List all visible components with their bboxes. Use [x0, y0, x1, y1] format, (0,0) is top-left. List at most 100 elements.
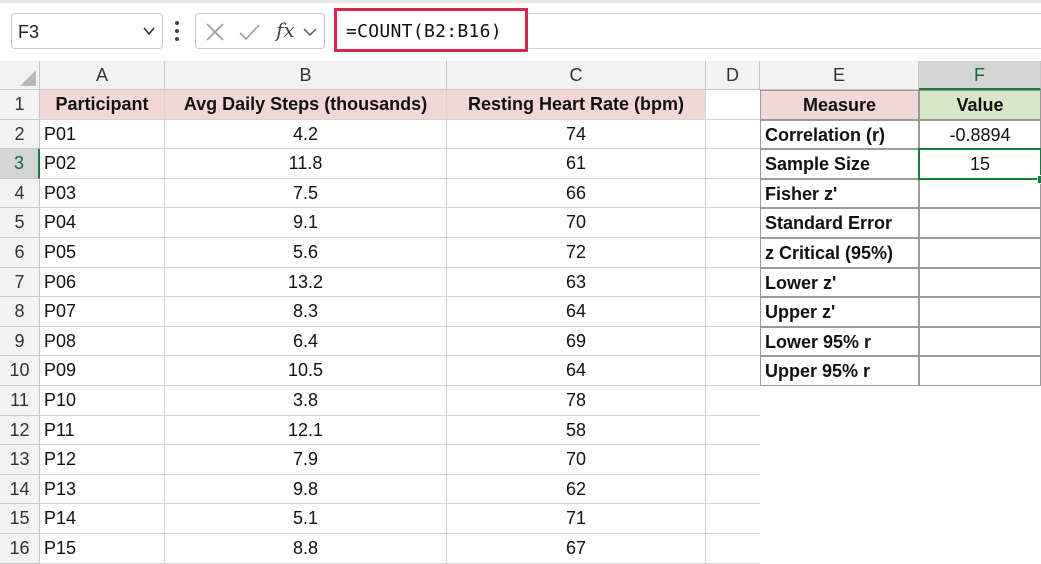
table-cell[interactable]: 64 [447, 297, 706, 327]
column-header-e[interactable]: E [760, 61, 919, 90]
stats-measure-cell[interactable]: Upper z' [760, 297, 919, 327]
stats-value-cell[interactable] [919, 178, 1041, 209]
table-cell[interactable]: 58 [447, 415, 706, 446]
row-header-15[interactable]: 15 [0, 504, 40, 534]
row-header-5[interactable]: 5 [0, 208, 40, 238]
stats-header-measure[interactable]: Measure [760, 90, 919, 120]
table-header-cell[interactable]: Resting Heart Rate (bpm) [447, 90, 706, 120]
row-header-1[interactable]: 1 [0, 90, 40, 120]
empty-cell[interactable] [706, 268, 760, 298]
table-cell[interactable]: 74 [447, 119, 706, 150]
column-header-a[interactable]: A [40, 61, 165, 90]
column-header-c[interactable]: C [447, 61, 706, 90]
table-cell[interactable]: P04 [40, 208, 165, 238]
table-cell[interactable]: P06 [40, 267, 165, 298]
table-header-cell[interactable]: Avg Daily Steps (thousands) [165, 90, 447, 120]
row-header-7[interactable]: 7 [0, 267, 40, 298]
table-cell[interactable]: 7.9 [165, 445, 447, 475]
table-header-cell[interactable]: Participant [40, 90, 165, 120]
table-cell[interactable]: 6.4 [165, 326, 447, 357]
formula-input[interactable]: =COUNT(B2:B16) [334, 8, 528, 52]
column-header-d[interactable]: D [706, 61, 760, 90]
empty-cell[interactable] [706, 238, 760, 268]
function-icon[interactable]: fx [276, 18, 295, 42]
empty-cell[interactable] [706, 90, 760, 120]
stats-measure-cell[interactable]: Fisher z' [760, 178, 919, 209]
table-cell[interactable]: 9.8 [165, 474, 447, 505]
stats-value-cell[interactable] [919, 356, 1041, 386]
stats-value-cell[interactable] [919, 297, 1041, 327]
row-header-10[interactable]: 10 [0, 356, 40, 386]
table-cell[interactable]: 72 [447, 238, 706, 268]
formula-input-extension[interactable] [528, 13, 1041, 49]
stats-header-value[interactable]: Value [919, 90, 1041, 120]
table-cell[interactable]: P14 [40, 504, 165, 534]
empty-cell[interactable] [919, 416, 1041, 446]
table-cell[interactable]: P03 [40, 178, 165, 209]
stats-value-cell[interactable] [919, 267, 1041, 298]
empty-cell[interactable] [919, 534, 1041, 564]
stats-measure-cell[interactable]: Lower 95% r [760, 326, 919, 357]
empty-cell[interactable] [706, 534, 760, 564]
row-header-4[interactable]: 4 [0, 178, 40, 209]
empty-cell[interactable] [706, 208, 760, 238]
table-cell[interactable]: 5.6 [165, 238, 447, 268]
empty-cell[interactable] [706, 120, 760, 150]
table-cell[interactable]: P07 [40, 297, 165, 327]
table-cell[interactable]: 71 [447, 504, 706, 534]
table-cell[interactable]: 62 [447, 474, 706, 505]
row-header-8[interactable]: 8 [0, 297, 40, 327]
table-cell[interactable]: 11.8 [165, 149, 447, 179]
empty-cell[interactable] [760, 475, 919, 505]
empty-cell[interactable] [706, 445, 760, 475]
empty-cell[interactable] [706, 386, 760, 416]
column-header-b[interactable]: B [165, 61, 447, 90]
table-cell[interactable]: 63 [447, 267, 706, 298]
table-cell[interactable]: 78 [447, 386, 706, 416]
empty-cell[interactable] [706, 504, 760, 534]
empty-cell[interactable] [760, 534, 919, 564]
table-cell[interactable]: P15 [40, 534, 165, 564]
enter-icon[interactable] [237, 21, 261, 43]
more-options-icon[interactable] [174, 20, 180, 42]
table-cell[interactable]: 64 [447, 356, 706, 386]
row-header-2[interactable]: 2 [0, 119, 40, 150]
empty-cell[interactable] [760, 504, 919, 534]
table-cell[interactable]: P02 [40, 149, 165, 179]
table-cell[interactable]: 70 [447, 208, 706, 238]
row-header-16[interactable]: 16 [0, 534, 40, 564]
stats-value-cell[interactable] [919, 238, 1041, 268]
table-cell[interactable]: P01 [40, 119, 165, 150]
empty-cell[interactable] [706, 179, 760, 209]
stats-value-cell[interactable] [919, 208, 1041, 238]
table-cell[interactable]: 8.3 [165, 297, 447, 327]
table-cell[interactable]: 7.5 [165, 178, 447, 209]
empty-cell[interactable] [760, 386, 919, 416]
row-header-6[interactable]: 6 [0, 238, 40, 268]
table-cell[interactable]: 9.1 [165, 208, 447, 238]
table-cell[interactable]: 10.5 [165, 356, 447, 386]
stats-measure-cell[interactable]: Correlation (r) [760, 119, 919, 150]
table-cell[interactable]: 3.8 [165, 386, 447, 416]
table-cell[interactable]: P09 [40, 356, 165, 386]
table-cell[interactable]: 61 [447, 149, 706, 179]
table-cell[interactable]: 13.2 [165, 267, 447, 298]
table-cell[interactable]: 12.1 [165, 415, 447, 446]
table-cell[interactable]: P05 [40, 238, 165, 268]
table-cell[interactable]: 70 [447, 445, 706, 475]
stats-measure-cell[interactable]: Sample Size [760, 149, 919, 179]
stats-value-cell[interactable]: -0.8894 [919, 119, 1041, 150]
column-header-f[interactable]: F [919, 61, 1041, 90]
table-cell[interactable]: P11 [40, 415, 165, 446]
empty-cell[interactable] [919, 475, 1041, 505]
table-cell[interactable]: 67 [447, 534, 706, 564]
table-cell[interactable]: P13 [40, 474, 165, 505]
table-cell[interactable]: 66 [447, 178, 706, 209]
cancel-icon[interactable] [203, 21, 227, 43]
table-cell[interactable]: P08 [40, 326, 165, 357]
empty-cell[interactable] [706, 149, 760, 179]
empty-cell[interactable] [760, 445, 919, 475]
empty-cell[interactable] [706, 416, 760, 446]
row-header-13[interactable]: 13 [0, 445, 40, 475]
row-header-14[interactable]: 14 [0, 474, 40, 505]
